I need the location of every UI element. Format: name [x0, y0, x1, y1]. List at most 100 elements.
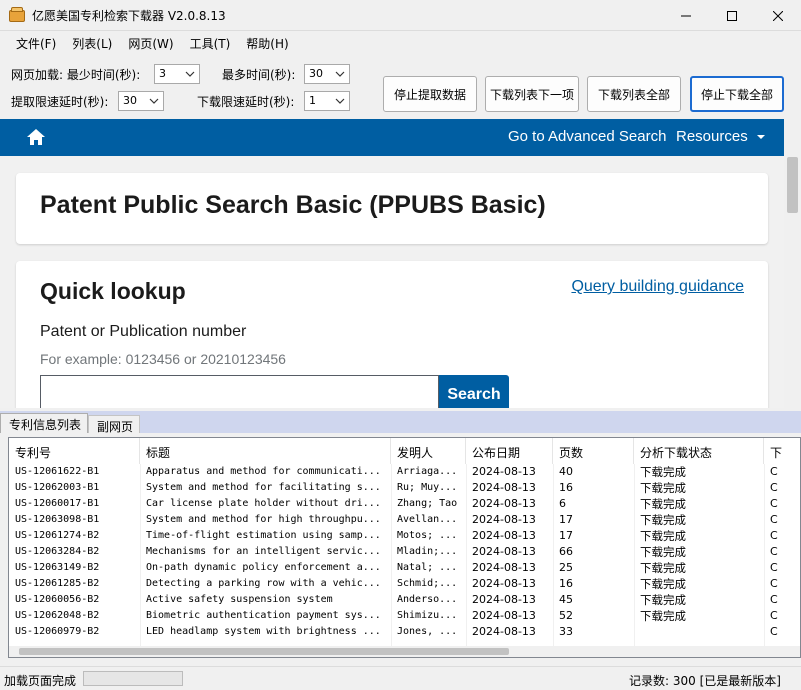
- table-cell: 52: [559, 609, 573, 622]
- table-cell: US-12060056-B2: [15, 594, 100, 605]
- table-cell: Car license plate holder without dri...: [146, 498, 381, 509]
- table-cell: On-path dynamic policy enforcement a...: [146, 562, 381, 573]
- download-delay-select[interactable]: 1: [304, 91, 350, 111]
- download-delay-label: 下载限速延时(秒):: [197, 95, 295, 109]
- table-cell: Detecting a parking row with a vehic...: [146, 578, 381, 589]
- download-all-button[interactable]: 下载列表全部: [587, 76, 681, 112]
- web-scrollbar[interactable]: [784, 119, 801, 408]
- table-cell: [634, 624, 764, 640]
- close-button[interactable]: [755, 0, 801, 31]
- min-time-select[interactable]: 3: [154, 64, 200, 84]
- table-row[interactable]: US-12060017-B1 Car license plate holder w…: [9, 496, 800, 512]
- extract-delay-select[interactable]: 30: [118, 91, 164, 111]
- list-horizontal-scrollbar[interactable]: [9, 646, 800, 657]
- menu-help[interactable]: 帮助(H): [238, 35, 296, 52]
- menu-file[interactable]: 文件(F): [8, 35, 64, 52]
- table-row[interactable]: US-12063098-B1 System and method for high…: [9, 512, 800, 528]
- record-count: 记录数: 300 [已是最新版本]: [629, 674, 781, 688]
- table-row[interactable]: US-12061285-B2 Detecting a parking row wi…: [9, 576, 800, 592]
- patent-list[interactable]: 专利号 标题 发明人 公布日期 页数 分析下载状态 下 US-12061622-…: [8, 437, 801, 658]
- table-cell: Jones, ...: [397, 626, 458, 637]
- table-cell: 2024-08-13: [472, 529, 536, 542]
- tab-sub-page[interactable]: 副网页: [88, 415, 141, 434]
- table-cell: C: [770, 497, 778, 510]
- menu-list[interactable]: 列表(L): [64, 35, 120, 52]
- table-cell: 2024-08-13: [472, 545, 536, 558]
- stop-extract-button[interactable]: 停止提取数据: [383, 76, 477, 112]
- column-header-pages[interactable]: 页数: [553, 438, 634, 464]
- table-cell: 2024-08-13: [472, 513, 536, 526]
- minimize-button[interactable]: [663, 0, 709, 31]
- table-cell: Arriaga...: [397, 466, 458, 477]
- tab-patent-list[interactable]: 专利信息列表: [0, 413, 89, 433]
- max-time-value: 30: [309, 67, 323, 80]
- download-next-button[interactable]: 下载列表下一项: [485, 76, 579, 112]
- progress-bar: [83, 671, 183, 686]
- table-row[interactable]: US-12062003-B1 System and method for faci…: [9, 480, 800, 496]
- table-cell: US-12063098-B1: [15, 514, 100, 525]
- table-cell: US-12061285-B2: [15, 578, 100, 589]
- column-header-inventor[interactable]: 发明人: [391, 438, 466, 464]
- column-header-title[interactable]: 标题: [140, 438, 391, 464]
- table-cell: C: [770, 545, 778, 558]
- table-row[interactable]: US-12062048-B2 Biometric authentication p…: [9, 608, 800, 624]
- table-cell: 2024-08-13: [472, 497, 536, 510]
- menu-tools[interactable]: 工具(T): [182, 35, 239, 52]
- column-header-date[interactable]: 公布日期: [466, 438, 553, 464]
- table-cell: System and method for facilitating s...: [146, 482, 381, 493]
- status-text: 加载页面完成: [4, 674, 77, 688]
- table-cell: US-12063149-B2: [15, 562, 100, 573]
- table-row[interactable]: US-12061274-B2 Time-of-flight estimation …: [9, 528, 800, 544]
- table-cell: 2024-08-13: [472, 593, 536, 606]
- table-row[interactable]: US-12060056-B2 Active safety suspension s…: [9, 592, 800, 608]
- stop-download-all-button[interactable]: 停止下载全部: [690, 76, 784, 112]
- table-cell: 下载完成: [640, 529, 686, 543]
- table-cell: Mechanisms for an intelligent servic...: [146, 546, 381, 557]
- query-guidance-link[interactable]: Query building guidance: [571, 278, 744, 296]
- max-time-select[interactable]: 30: [304, 64, 350, 84]
- patent-number-input[interactable]: [40, 375, 439, 408]
- table-cell: 2024-08-13: [472, 481, 536, 494]
- table-cell: Time-of-flight estimation using samp...: [146, 530, 381, 541]
- search-button[interactable]: Search: [439, 375, 509, 408]
- resources-menu[interactable]: Resources: [676, 128, 766, 145]
- chevron-down-icon: [185, 71, 195, 77]
- column-header-number[interactable]: 专利号: [9, 438, 140, 464]
- list-scrollbar-thumb[interactable]: [19, 648, 509, 655]
- menu-bar: 文件(F) 列表(L) 网页(W) 工具(T) 帮助(H): [0, 32, 801, 54]
- table-cell: 2024-08-13: [472, 625, 536, 638]
- resources-label: Resources: [676, 128, 748, 145]
- table-row[interactable]: US-12063284-B2 Mechanisms for an intellig…: [9, 544, 800, 560]
- maximize-icon: [727, 10, 737, 21]
- close-icon: [773, 10, 783, 21]
- column-header-more[interactable]: 下: [764, 438, 800, 464]
- advanced-search-link[interactable]: Go to Advanced Search: [508, 128, 666, 145]
- table-cell: System and method for high throughpu...: [146, 514, 381, 525]
- table-cell: 2024-08-13: [472, 577, 536, 590]
- table-row[interactable]: US-12060979-B2 LED headlamp system with b…: [9, 624, 800, 640]
- home-icon[interactable]: [26, 128, 46, 146]
- table-cell: 40: [559, 465, 573, 478]
- table-row[interactable]: US-12063149-B2 On-path dynamic policy enf…: [9, 560, 800, 576]
- table-cell: C: [770, 529, 778, 542]
- table-cell: Ru; Muy...: [397, 482, 458, 493]
- table-cell: 17: [559, 529, 573, 542]
- bottom-tabs: 专利信息列表 副网页: [0, 411, 801, 434]
- table-row[interactable]: US-12061622-B1 Apparatus and method for c…: [9, 464, 800, 480]
- settings-toolbar: 网页加载: 最少时间(秒): 3 最多时间(秒): 30 提取限速延时(秒): …: [0, 58, 801, 118]
- table-cell: 下载完成: [640, 545, 686, 559]
- download-delay-value: 1: [309, 94, 316, 107]
- title-bar: 亿愿美国专利检索下载器 V2.0.8.13: [0, 0, 801, 31]
- maximize-button[interactable]: [709, 0, 755, 31]
- table-cell: Active safety suspension system: [146, 594, 333, 605]
- menu-web[interactable]: 网页(W): [120, 35, 181, 52]
- column-header-status[interactable]: 分析下载状态: [634, 438, 764, 464]
- table-cell: 16: [559, 577, 573, 590]
- table-cell: 25: [559, 561, 573, 574]
- web-scrollbar-thumb[interactable]: [787, 157, 798, 213]
- chevron-down-icon: [335, 71, 345, 77]
- table-cell: 16: [559, 481, 573, 494]
- table-cell: US-12061622-B1: [15, 466, 100, 477]
- table-cell: 下载完成: [640, 561, 686, 575]
- table-cell: 17: [559, 513, 573, 526]
